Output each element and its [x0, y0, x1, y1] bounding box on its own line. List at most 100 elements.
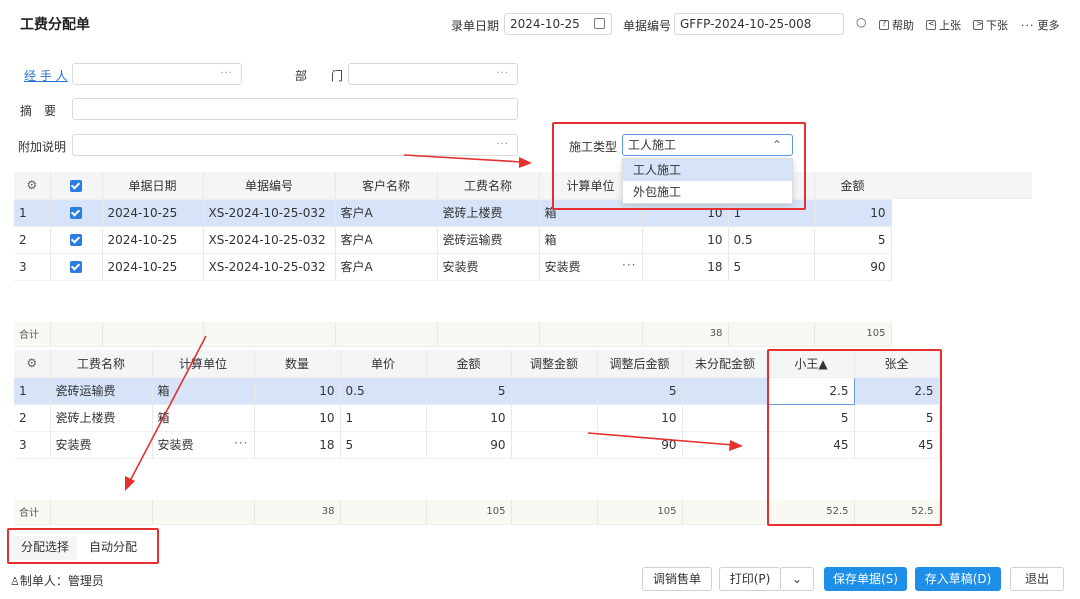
cell-price[interactable]: 5: [728, 253, 815, 281]
row-check-cell[interactable]: [50, 199, 103, 227]
cell-wang[interactable]: 2.5: [767, 376, 855, 405]
cell-zhang[interactable]: 5: [854, 404, 940, 432]
cell-date[interactable]: 2024-10-25: [102, 226, 204, 254]
row-check-cell[interactable]: [50, 226, 103, 254]
select-all-checkbox[interactable]: [70, 179, 82, 192]
cell-unit[interactable]: 安装费 ···: [152, 431, 255, 459]
row-checkbox[interactable]: [70, 261, 82, 273]
cell-unassigned[interactable]: [682, 404, 769, 432]
cell-qty[interactable]: 18: [642, 253, 729, 281]
import-sales-button[interactable]: 调销售单: [642, 567, 712, 591]
select-all-cell[interactable]: [50, 172, 103, 200]
cell-amount[interactable]: 10: [426, 404, 512, 432]
gear-icon[interactable]: ⚙: [26, 356, 37, 370]
table-row[interactable]: 2 瓷砖上楼费 箱 10 1 10 10 5 5: [14, 404, 940, 432]
cell-amount[interactable]: 10: [814, 199, 892, 227]
cell-wang[interactable]: 5: [768, 404, 855, 432]
handler-dots-icon[interactable]: ···: [220, 64, 233, 84]
row-checkbox[interactable]: [70, 234, 82, 246]
table-row[interactable]: 2 2024-10-25 XS-2024-10-25-032 客户A 瓷砖运输费…: [14, 226, 892, 254]
assign-select-button[interactable]: 分配选择: [13, 536, 77, 560]
table-row[interactable]: 3 2024-10-25 XS-2024-10-25-032 客户A 安装费 安…: [14, 253, 892, 281]
cell-qty[interactable]: 10: [254, 404, 341, 432]
col-header[interactable]: 工费名称: [50, 350, 153, 378]
cell-unassigned[interactable]: [682, 431, 769, 459]
cell-unit[interactable]: 箱: [152, 404, 255, 432]
summary-input[interactable]: [72, 98, 518, 120]
cell-fee[interactable]: 瓷砖运输费: [50, 377, 153, 405]
dept-input[interactable]: ···: [348, 63, 518, 85]
date-input[interactable]: 2024-10-25: [504, 13, 612, 35]
cell-no[interactable]: XS-2024-10-25-032: [203, 226, 336, 254]
cell-customer[interactable]: 客户A: [335, 253, 438, 281]
number-input[interactable]: GFFP-2024-10-25-008: [674, 13, 844, 35]
cell-customer[interactable]: 客户A: [335, 226, 438, 254]
next-button[interactable]: 下张: [973, 17, 1008, 33]
col-header[interactable]: 单价: [340, 350, 427, 378]
cell-price[interactable]: 1: [340, 404, 427, 432]
table-row[interactable]: 1 瓷砖运输费 箱 10 0.5 5 5 2.5 2.5: [14, 376, 940, 405]
dept-dots-icon[interactable]: ···: [496, 64, 509, 84]
cell-no[interactable]: XS-2024-10-25-032: [203, 199, 336, 227]
note-dots-icon[interactable]: ···: [496, 135, 509, 155]
cell-unit[interactable]: 安装费 ···: [539, 253, 643, 281]
cell-unit[interactable]: 箱: [152, 377, 255, 405]
chevron-up-icon[interactable]: ⌃: [772, 135, 782, 155]
save-draft-button[interactable]: 存入草稿(D): [915, 567, 1001, 591]
cell-amount[interactable]: 90: [814, 253, 892, 281]
cell-qty[interactable]: 18: [254, 431, 341, 459]
cell-after[interactable]: 90: [597, 431, 683, 459]
col-header[interactable]: 单据编号: [203, 172, 336, 200]
cell-adj[interactable]: [511, 404, 598, 432]
cell-zhang[interactable]: 2.5: [854, 377, 940, 405]
cell-unit[interactable]: 箱: [539, 226, 643, 254]
col-header[interactable]: 工费名称: [437, 172, 540, 200]
unit-dots-icon[interactable]: ···: [234, 436, 248, 450]
row-check-cell[interactable]: [50, 253, 103, 281]
col-header[interactable]: 金额: [814, 172, 892, 200]
cell-fee[interactable]: 瓷砖运输费: [437, 226, 540, 254]
cell-fee[interactable]: 安装费: [437, 253, 540, 281]
cell-adj[interactable]: [511, 377, 598, 405]
col-header[interactable]: 未分配金额: [682, 350, 769, 378]
cell-after[interactable]: 10: [597, 404, 683, 432]
handler-label[interactable]: 经 手 人: [24, 67, 68, 84]
cell-zhang[interactable]: 45: [854, 431, 940, 459]
col-header[interactable]: 客户名称: [335, 172, 438, 200]
cell-after[interactable]: 5: [597, 377, 683, 405]
cell-qty[interactable]: 10: [642, 226, 729, 254]
cell-wang[interactable]: 45: [768, 431, 855, 459]
cell-customer[interactable]: 客户A: [335, 199, 438, 227]
column-settings[interactable]: ⚙: [14, 172, 51, 200]
cell-amount[interactable]: 90: [426, 431, 512, 459]
note-input[interactable]: ···: [72, 134, 518, 156]
save-button[interactable]: 保存单据(S): [824, 567, 907, 591]
print-button[interactable]: 打印(P): [719, 567, 781, 591]
option-outsource[interactable]: 外包施工: [623, 181, 792, 203]
prev-button[interactable]: 上张: [926, 17, 961, 33]
col-header-wang[interactable]: 小王▲: [768, 350, 855, 378]
calendar-icon[interactable]: [594, 18, 605, 29]
cell-adj[interactable]: [511, 431, 598, 459]
print-dropdown-button[interactable]: ⌄: [780, 567, 814, 591]
unit-dots-icon[interactable]: ···: [622, 258, 636, 272]
cell-fee[interactable]: 安装费: [50, 431, 153, 459]
cell-price[interactable]: 5: [340, 431, 427, 459]
gear-icon[interactable]: ⚙: [26, 178, 37, 192]
cell-date[interactable]: 2024-10-25: [102, 199, 204, 227]
cell-fee[interactable]: 瓷砖上楼费: [50, 404, 153, 432]
option-worker[interactable]: 工人施工: [623, 159, 792, 181]
col-header[interactable]: 计算单位: [152, 350, 255, 378]
cell-price[interactable]: 0.5: [340, 377, 427, 405]
col-header[interactable]: 金额: [426, 350, 512, 378]
cell-fee[interactable]: 瓷砖上楼费: [437, 199, 540, 227]
refresh-icon[interactable]: ○: [856, 15, 866, 29]
auto-assign-button[interactable]: 自动分配: [81, 536, 145, 560]
table-row[interactable]: 3 安装费 安装费 ··· 18 5 90 90 45 45: [14, 431, 940, 459]
handler-input[interactable]: ···: [72, 63, 242, 85]
cell-qty[interactable]: 10: [254, 377, 341, 405]
help-button[interactable]: 帮助: [879, 17, 914, 33]
col-header[interactable]: 数量: [254, 350, 341, 378]
more-button[interactable]: ··· 更多: [1021, 17, 1060, 33]
column-settings[interactable]: ⚙: [14, 350, 51, 378]
